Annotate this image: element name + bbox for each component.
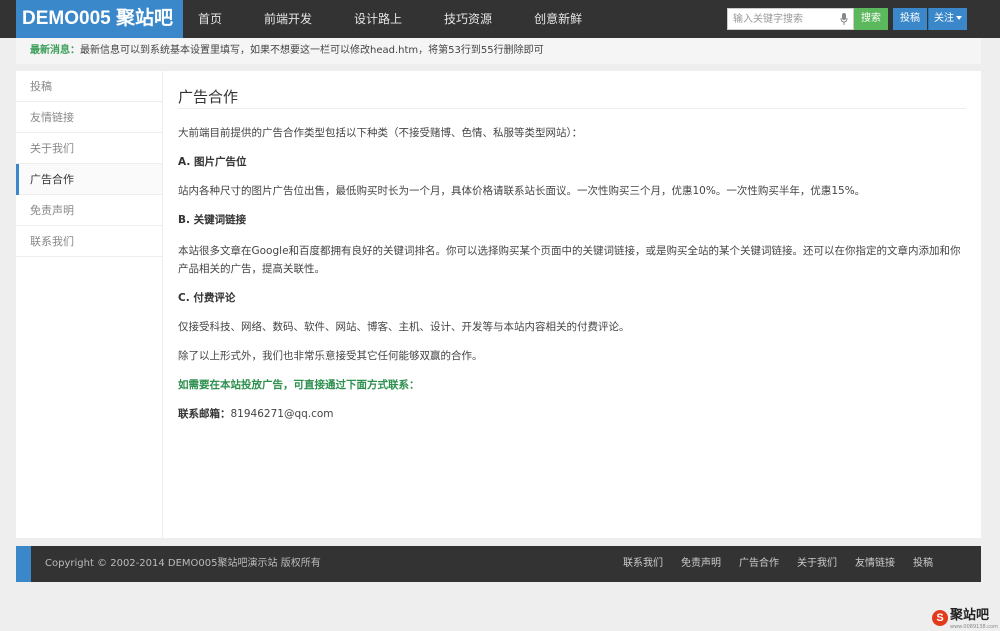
section-c-heading: C. 付费评论 — [178, 292, 236, 304]
main-container: 投稿 友情链接 关于我们 广告合作 免责声明 联系我们 广告合作 大前端目前提供… — [16, 71, 981, 538]
sidebar-item-contact[interactable]: 联系我们 — [16, 226, 162, 257]
footer-accent-bar — [16, 546, 31, 582]
contact-email[interactable]: 81946271@qq.com — [231, 408, 334, 420]
notice-label: 最新消息： — [30, 45, 80, 56]
footer-link-disclaimer[interactable]: 免责声明 — [681, 546, 721, 582]
section-b-text: 本站很多文章在Google和百度都拥有良好的关键词排名。你可以选择购买某个页面中… — [178, 245, 961, 275]
microphone-icon[interactable] — [840, 13, 848, 25]
contact-line: 联系邮箱：81946271@qq.com — [178, 407, 966, 421]
notice-text: 最新信息可以到系统基本设置里填写，如果不想要这一栏可以修改head.htm，将第… — [80, 45, 544, 56]
sidebar-item-contribute[interactable]: 投稿 — [16, 71, 162, 102]
watermark-logo-icon: S — [932, 610, 948, 626]
search-box — [727, 8, 854, 30]
page-title: 广告合作 — [178, 71, 966, 109]
follow-label: 关注 — [934, 13, 954, 24]
nav-item-design[interactable]: 设计路上 — [339, 0, 417, 38]
section-a-heading: A. 图片广告位 — [178, 156, 247, 168]
sidebar-item-about[interactable]: 关于我们 — [16, 133, 162, 164]
sidebar: 投稿 友情链接 关于我们 广告合作 免责声明 联系我们 — [16, 71, 163, 538]
nav-item-tips[interactable]: 技巧资源 — [429, 0, 507, 38]
watermark-text: 聚站吧 — [950, 608, 990, 623]
search-input[interactable] — [728, 9, 836, 29]
footer-link-contact[interactable]: 联系我们 — [623, 546, 663, 582]
nav-item-creative[interactable]: 创意新鲜 — [519, 0, 597, 38]
section-c-text: 仅接受科技、网络、数码、软件、网站、博客、主机、设计、开发等与本站内容相关的付费… — [178, 321, 630, 333]
site-watermark: S 聚站吧 www.0089138.com — [930, 608, 998, 630]
intro-text: 大前端目前提供的广告合作类型包括以下种类（不接受赌博、色情、私服等类型网站）： — [178, 127, 583, 139]
section-a-text: 站内各种尺寸的图片广告位出售，最低购买时长为一个月，具体价格请联系站长面议。一次… — [178, 185, 866, 197]
search-button[interactable]: 搜索 — [854, 8, 888, 30]
copyright: Copyright © 2002-2014 DEMO005聚站吧演示站 版权所有 — [45, 558, 321, 569]
nav-item-home[interactable]: 首页 — [183, 0, 237, 38]
site-logo[interactable]: DEMO005 聚站吧 — [16, 0, 183, 38]
caret-down-icon — [956, 16, 962, 20]
watermark-url: www.0089138.com — [950, 624, 998, 630]
top-header: DEMO005 聚站吧 首页 前端开发 设计路上 技巧资源 创意新鲜 搜索 投稿… — [0, 0, 1000, 38]
footer: Copyright © 2002-2014 DEMO005聚站吧演示站 版权所有… — [16, 546, 981, 582]
footer-link-friend-links[interactable]: 友情链接 — [855, 546, 895, 582]
contact-label: 联系邮箱： — [178, 408, 231, 420]
article-content: 广告合作 大前端目前提供的广告合作类型包括以下种类（不接受赌博、色情、私服等类型… — [178, 71, 966, 421]
post-button[interactable]: 投稿 — [893, 8, 927, 30]
news-notice-bar: 最新消息：最新信息可以到系统基本设置里填写，如果不想要这一栏可以修改head.h… — [16, 38, 981, 64]
footer-link-ad-cooperation[interactable]: 广告合作 — [739, 546, 779, 582]
main-nav: 首页 前端开发 设计路上 技巧资源 创意新鲜 — [183, 0, 609, 38]
outro-text: 除了以上形式外，我们也非常乐意接受其它任何能够双赢的合作。 — [178, 350, 483, 362]
footer-links: 联系我们 免责声明 广告合作 关于我们 友情链接 投稿 — [605, 546, 933, 582]
sidebar-item-friend-links[interactable]: 友情链接 — [16, 102, 162, 133]
sidebar-item-disclaimer[interactable]: 免责声明 — [16, 195, 162, 226]
footer-link-about[interactable]: 关于我们 — [797, 546, 837, 582]
nav-item-frontend[interactable]: 前端开发 — [249, 0, 327, 38]
follow-button[interactable]: 关注 — [928, 8, 967, 30]
contact-prompt: 如需要在本站投放广告，可直接通过下面方式联系： — [178, 379, 420, 391]
section-b-heading: B. 关键词链接 — [178, 214, 247, 226]
footer-link-contribute[interactable]: 投稿 — [913, 546, 933, 582]
sidebar-item-ad-cooperation[interactable]: 广告合作 — [16, 164, 162, 195]
